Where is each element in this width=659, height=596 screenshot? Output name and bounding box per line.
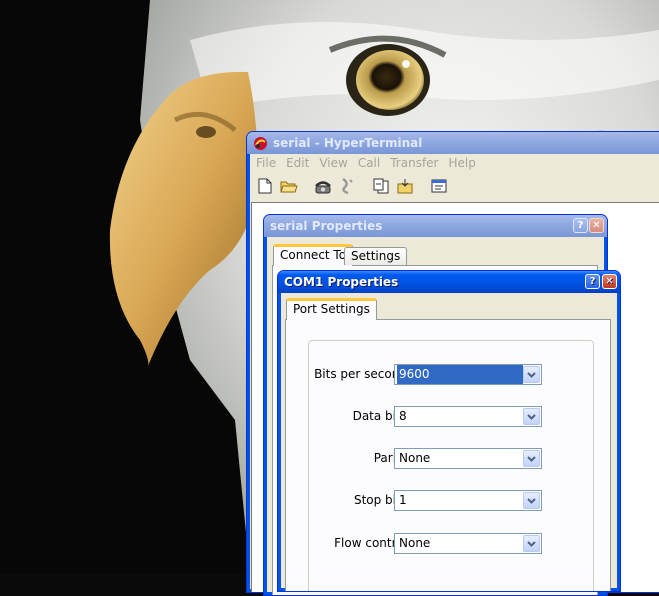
parity-value: None — [399, 451, 431, 465]
chevron-down-icon[interactable] — [523, 535, 540, 552]
menu-call[interactable]: Call — [353, 156, 385, 170]
new-document-icon[interactable] — [255, 176, 275, 196]
menu-help[interactable]: Help — [444, 156, 481, 170]
chevron-down-icon[interactable] — [523, 366, 540, 383]
help-button[interactable]: ? — [585, 274, 600, 289]
toolbar — [251, 174, 659, 198]
stop-bits-select[interactable]: 1 — [394, 490, 542, 511]
chevron-down-icon[interactable] — [523, 408, 540, 425]
data-bits-label: Data bits: — [352, 409, 411, 423]
menu-bar: File Edit View Call Transfer Help — [251, 154, 659, 172]
parity-label: Parity: — [373, 451, 411, 465]
phone-disconnect-icon[interactable] — [337, 176, 357, 196]
stop-bits-value: 1 — [399, 493, 407, 507]
bits-per-second-select[interactable]: 9600 — [394, 364, 542, 385]
menu-view[interactable]: View — [314, 156, 352, 170]
serial-properties-title: serial Properties — [270, 219, 383, 233]
data-bits-value: 8 — [399, 409, 407, 423]
hyperterminal-app-icon — [253, 136, 268, 151]
tab-settings[interactable]: Settings — [344, 247, 408, 265]
properties-icon[interactable] — [429, 176, 449, 196]
help-button[interactable]: ? — [573, 218, 588, 233]
receive-file-icon[interactable] — [395, 176, 415, 196]
port-settings-panel: Bits per second: 9600 Data bits: 8 Parit… — [285, 319, 611, 591]
tab-connect-to[interactable]: Connect To — [273, 244, 354, 266]
menu-transfer[interactable]: Transfer — [385, 156, 443, 170]
com1-properties-title: COM1 Properties — [284, 275, 399, 289]
serial-properties-titlebar[interactable]: serial Properties ? ✕ — [264, 215, 607, 237]
chevron-down-icon[interactable] — [523, 450, 540, 467]
flow-control-select[interactable]: None — [394, 533, 542, 554]
parity-select[interactable]: None — [394, 448, 542, 469]
flow-control-value: None — [399, 536, 431, 550]
close-button[interactable]: ✕ — [589, 218, 604, 233]
open-folder-icon[interactable] — [279, 176, 299, 196]
port-settings-group: Bits per second: 9600 Data bits: 8 Parit… — [308, 340, 594, 591]
bits-per-second-label: Bits per second: — [314, 367, 411, 381]
stop-bits-label: Stop bits: — [353, 493, 411, 507]
com1-properties-titlebar[interactable]: COM1 Properties ? ✕ — [278, 271, 620, 293]
close-button[interactable]: ✕ — [602, 274, 617, 289]
chevron-down-icon[interactable] — [523, 492, 540, 509]
phone-connect-icon[interactable] — [313, 176, 333, 196]
hyperterminal-titlebar[interactable]: serial - HyperTerminal — [247, 132, 659, 154]
flow-control-label: Flow control: — [334, 536, 411, 550]
data-bits-select[interactable]: 8 — [394, 406, 542, 427]
send-file-icon[interactable] — [371, 176, 391, 196]
bits-per-second-value: 9600 — [397, 365, 523, 384]
menu-edit[interactable]: Edit — [281, 156, 314, 170]
tab-port-settings[interactable]: Port Settings — [286, 298, 377, 320]
com1-properties-dialog: COM1 Properties ? ✕ Bits per second: 960… — [277, 270, 621, 592]
hyperterminal-title: serial - HyperTerminal — [273, 136, 423, 150]
menu-file[interactable]: File — [251, 156, 281, 170]
